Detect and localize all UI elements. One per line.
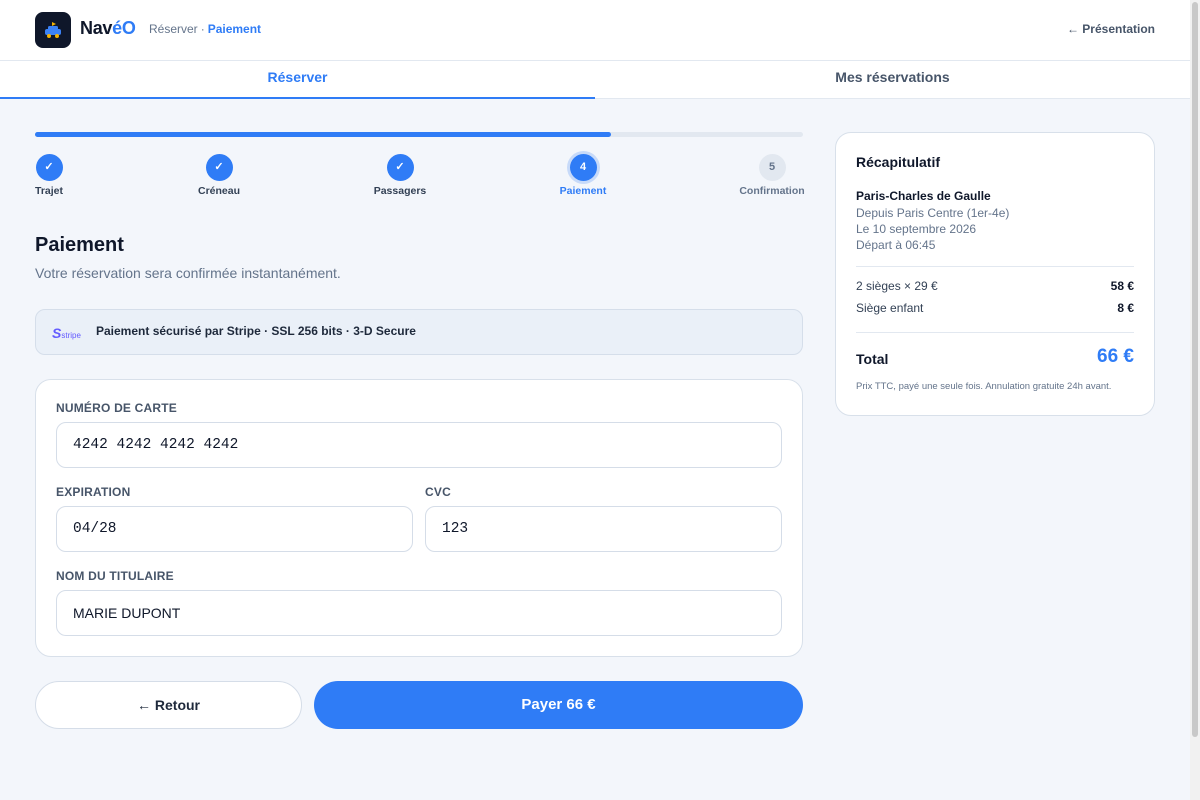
summary-departure: Départ à 06:45	[856, 238, 936, 252]
tab-reserver[interactable]: Réserver	[0, 61, 595, 99]
holder-name-label: NOM DU TITULAIRE	[56, 569, 174, 583]
brand-name: NavéO	[80, 18, 136, 39]
pay-button[interactable]: Payer 66 €	[314, 681, 803, 729]
summary-line-label: 2 sièges × 29 €	[856, 279, 938, 293]
cvc-label: CVC	[425, 485, 451, 499]
booking-summary: Récapitulatif Paris-Charles de Gaulle De…	[835, 132, 1155, 416]
step-number: 5	[758, 154, 786, 181]
summary-divider	[856, 266, 1134, 267]
summary-total-label: Total	[856, 351, 889, 367]
step-number: 4	[569, 154, 597, 181]
step-paiement: 4 Paiement	[543, 154, 623, 197]
tab-bar: Réserver Mes réservations	[0, 61, 1190, 99]
breadcrumb: Réserver · Paiement	[149, 22, 261, 36]
brand-name-part2: éO	[112, 18, 136, 38]
expiry-label: EXPIRATION	[56, 485, 131, 499]
summary-line-label: Siège enfant	[856, 301, 924, 315]
tab-mes-reservations[interactable]: Mes réservations	[595, 61, 1190, 99]
page-subtitle: Votre réservation sera confirmée instant…	[35, 265, 341, 281]
step-label: Paiement	[559, 185, 607, 197]
summary-line-value: 8 €	[1117, 301, 1134, 315]
brand-name-part1: Nav	[80, 18, 113, 38]
summary-title: Récapitulatif	[856, 154, 941, 170]
step-label: Passagers	[373, 185, 427, 197]
stripe-logo-icon: Sstripe	[52, 325, 81, 341]
progress-bar	[35, 132, 803, 137]
summary-date: Le 10 septembre 2026	[856, 222, 977, 236]
page-title: Paiement	[35, 234, 124, 256]
step-check-icon: ✓	[205, 154, 233, 181]
summary-origin: Depuis Paris Centre (1er-4e)	[856, 206, 1010, 220]
breadcrumb-item-reserver[interactable]: Réserver	[149, 22, 198, 36]
progress-bar-fill	[35, 132, 611, 137]
step-confirmation: 5 Confirmation	[732, 154, 812, 197]
stripe-logo-letter: S	[52, 325, 62, 341]
step-trajet[interactable]: ✓ Trajet	[9, 154, 89, 197]
step-passagers[interactable]: ✓ Passagers	[360, 154, 440, 197]
cvc-input[interactable]: 123	[425, 506, 782, 552]
app-logo[interactable]	[35, 12, 71, 48]
breadcrumb-item-paiement: Paiement	[207, 22, 262, 36]
card-number-input[interactable]: 4242 4242 4242 4242	[56, 422, 782, 468]
card-number-label: NUMÉRO DE CARTE	[56, 401, 178, 415]
summary-destination: Paris-Charles de Gaulle	[856, 189, 991, 203]
car-icon	[45, 22, 61, 38]
stripe-logo-word: stripe	[61, 331, 81, 340]
back-button[interactable]: ← Retour	[35, 681, 302, 729]
secure-payment-text: Paiement sécurisé par Stripe · SSL 256 b…	[96, 324, 416, 338]
scrollbar-thumb[interactable]	[1192, 2, 1198, 737]
summary-line-value: 58 €	[1110, 279, 1134, 293]
breadcrumb-separator: ·	[200, 22, 205, 36]
page-scrollbar[interactable]	[1190, 0, 1200, 800]
expiry-input[interactable]: 04/28	[56, 506, 413, 552]
back-to-presentation-link[interactable]: ← Présentation	[1067, 22, 1155, 36]
step-label: Créneau	[197, 185, 240, 197]
step-creneau[interactable]: ✓ Créneau	[179, 154, 259, 197]
app-header: NavéO Réserver · Paiement ← Présentation	[0, 0, 1190, 61]
holder-name-input[interactable]: MARIE DUPONT	[56, 590, 782, 636]
secure-payment-banner: Sstripe Paiement sécurisé par Stripe · S…	[35, 309, 803, 355]
step-label: Trajet	[34, 185, 63, 197]
summary-note: Prix TTC, payé une seule fois. Annulatio…	[856, 381, 1112, 392]
summary-divider	[856, 332, 1134, 333]
payment-form: NUMÉRO DE CARTE 4242 4242 4242 4242 EXPI…	[35, 379, 803, 657]
step-check-icon: ✓	[35, 154, 63, 181]
summary-total-value: 66 €	[1097, 346, 1134, 367]
step-label: Confirmation	[739, 185, 805, 197]
step-check-icon: ✓	[386, 154, 414, 181]
